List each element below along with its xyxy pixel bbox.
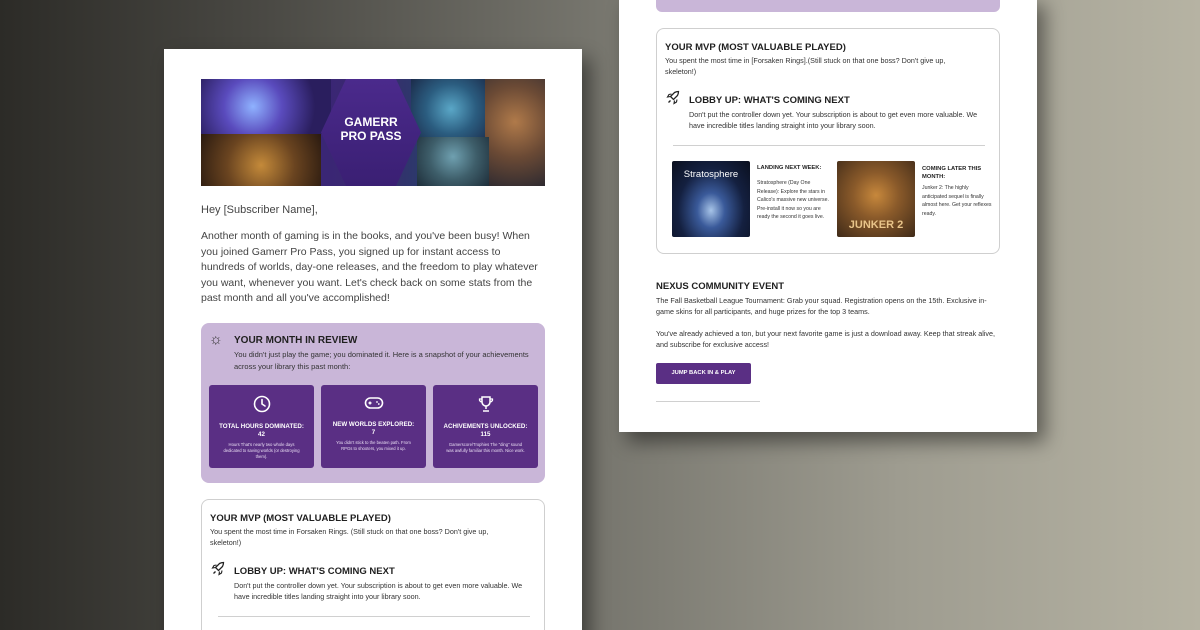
stat-desc: Gamerscore/Trophies The "ding" sound was… bbox=[446, 442, 525, 453]
game-cover-stratosphere: Stratosphere bbox=[672, 161, 750, 237]
review-panel-bottom bbox=[656, 0, 1000, 12]
banner-art-fighter bbox=[417, 137, 489, 186]
lobby-title: LOBBY UP: WHAT'S COMING NEXT bbox=[234, 566, 395, 577]
clock-icon bbox=[209, 395, 314, 418]
game-desc: Junker 2: The highly anticipated sequel … bbox=[922, 185, 992, 217]
review-subtitle: You didn't just play the game; you domin… bbox=[234, 350, 529, 371]
email-preview-right: YOUR MVP (MOST VALUABLE PLAYED) You spen… bbox=[619, 0, 1037, 432]
cover-title: Stratosphere bbox=[683, 169, 739, 180]
lobby-title: LOBBY UP: WHAT'S COMING NEXT bbox=[689, 95, 850, 106]
stat-desc: You didn't stick to the beaten path. Fro… bbox=[336, 440, 411, 451]
mvp-card-right: YOUR MVP (MOST VALUABLE PLAYED) You spen… bbox=[656, 28, 1000, 254]
mvp-text: You spent the most time in Forsaken Ring… bbox=[210, 527, 489, 547]
game-cover-junker: JUNKER 2 bbox=[837, 161, 915, 237]
cover-title: JUNKER 2 bbox=[848, 219, 904, 231]
mvp-card-left: YOUR MVP (MOST VALUABLE PLAYED) You spen… bbox=[201, 499, 545, 630]
lobby-text: Don't put the controller down yet. Your … bbox=[689, 110, 978, 130]
email-preview-left: GAMERR PRO PASS Hey [Subscriber Name], A… bbox=[164, 49, 582, 630]
divider bbox=[673, 145, 985, 146]
hero-banner: GAMERR PRO PASS bbox=[201, 79, 545, 186]
mvp-title: YOUR MVP (MOST VALUABLE PLAYED) bbox=[210, 513, 391, 524]
game-heading: LANDING NEXT WEEK: bbox=[757, 165, 822, 171]
greeting: Hey [Subscriber Name], bbox=[201, 204, 318, 216]
banner-art-dwarf bbox=[201, 134, 321, 186]
stat-card-achievements: ACHIVEMENTS UNLOCKED: 115 Gamerscore/Tro… bbox=[433, 385, 538, 468]
community-title: NEXUS COMMUNITY EVENT bbox=[656, 281, 785, 292]
stat-label: ACHIVEMENTS UNLOCKED: 115 bbox=[443, 423, 528, 438]
closing-text: You've already achieved a ton, but your … bbox=[656, 329, 995, 349]
mvp-text: You spent the most time in [Forsaken Rin… bbox=[665, 56, 946, 76]
trophy-icon bbox=[433, 395, 538, 418]
stat-card-worlds: NEW WORLDS EXPLORED: 7 You didn't stick … bbox=[321, 385, 426, 468]
stat-label: TOTAL HOURS DOMINATED: 42 bbox=[219, 423, 304, 438]
gamepad-icon bbox=[321, 395, 426, 416]
stat-desc: Hours That's nearly two whole days dedic… bbox=[223, 442, 300, 459]
footer-divider bbox=[656, 401, 760, 402]
intro-paragraph: Another month of gaming is in the books,… bbox=[201, 230, 538, 304]
sun-icon: ☼ bbox=[209, 331, 223, 348]
review-title: YOUR MONTH IN REVIEW bbox=[234, 335, 358, 346]
divider bbox=[218, 616, 530, 617]
banner-art-archer bbox=[201, 79, 331, 134]
play-cta-button[interactable]: JUMP BACK IN & PLAY bbox=[656, 363, 751, 384]
stat-label: NEW WORLDS EXPLORED: 7 bbox=[332, 421, 415, 436]
game-desc: Stratosphere (Day One Release): Explore … bbox=[757, 180, 829, 220]
banner-title: GAMERR PRO PASS bbox=[340, 115, 402, 143]
rocket-icon bbox=[665, 90, 681, 109]
banner-art-warrior bbox=[485, 79, 545, 186]
mvp-title: YOUR MVP (MOST VALUABLE PLAYED) bbox=[665, 42, 846, 53]
lobby-text: Don't put the controller down yet. Your … bbox=[234, 581, 523, 601]
community-text: The Fall Basketball League Tournament: G… bbox=[656, 296, 987, 316]
rocket-icon bbox=[210, 561, 226, 580]
month-review-panel: ☼ YOUR MONTH IN REVIEW You didn't just p… bbox=[201, 323, 545, 483]
game-heading: COMING LATER THIS MONTH: bbox=[922, 166, 982, 180]
banner-art-gunner bbox=[411, 79, 491, 139]
stat-card-hours: TOTAL HOURS DOMINATED: 42 Hours That's n… bbox=[209, 385, 314, 468]
